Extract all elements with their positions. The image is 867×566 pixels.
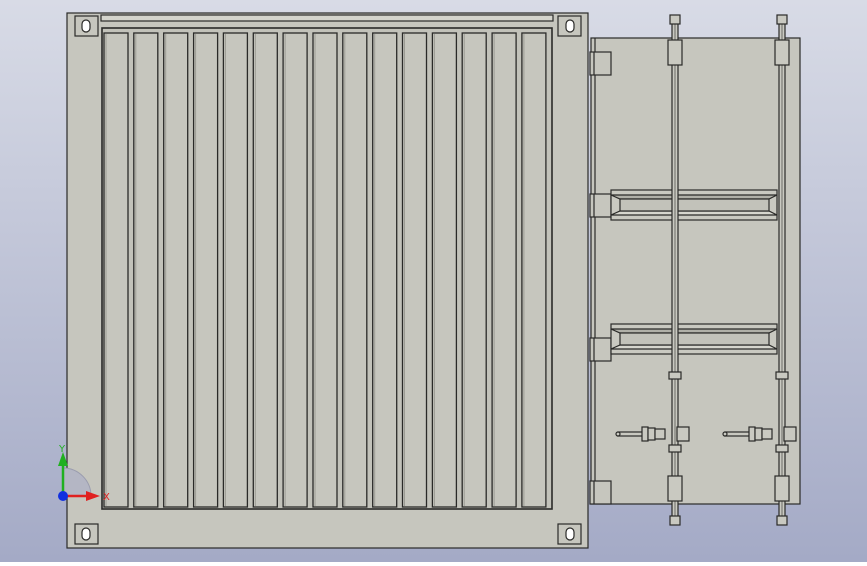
corrugation-rib [521, 32, 547, 508]
x-axis-label: X [103, 492, 110, 503]
bar-bracket [774, 475, 790, 502]
door-stiffener-lower [610, 323, 778, 355]
corner-casting-bottom-right [557, 523, 582, 545]
corrugation-rib [372, 32, 398, 508]
corrugation-ribs [103, 32, 547, 508]
bar-bracket [667, 39, 683, 66]
corrugation-rib [103, 32, 129, 508]
corrugation-rib [222, 32, 249, 508]
y-axis-label: Y [58, 444, 66, 455]
corrugation-rib [252, 32, 278, 508]
container-door-panel[interactable] [589, 14, 801, 526]
bar-bracket [774, 39, 790, 66]
corrugation-rib [401, 32, 428, 508]
cad-viewport[interactable]: X Y [0, 0, 867, 562]
corrugation-rib [282, 32, 308, 508]
container-end-panel[interactable] [66, 12, 589, 549]
corner-casting-top-right [557, 15, 582, 37]
corner-casting-bottom-left [74, 523, 99, 545]
top-rail [100, 14, 554, 22]
corrugation-rib [133, 32, 159, 508]
corrugation-rib [431, 32, 458, 508]
bar-bracket [667, 475, 683, 502]
z-axis-dot [58, 491, 68, 501]
corrugation-rib [342, 32, 368, 508]
corrugation-rib [312, 32, 338, 508]
door-stiffener-upper [610, 189, 778, 221]
corrugation-rib [491, 32, 517, 508]
corner-casting-top-left [74, 15, 99, 37]
corrugation-rib [163, 32, 189, 508]
corrugation-rib [192, 32, 219, 508]
corrugation-rib [461, 32, 487, 508]
